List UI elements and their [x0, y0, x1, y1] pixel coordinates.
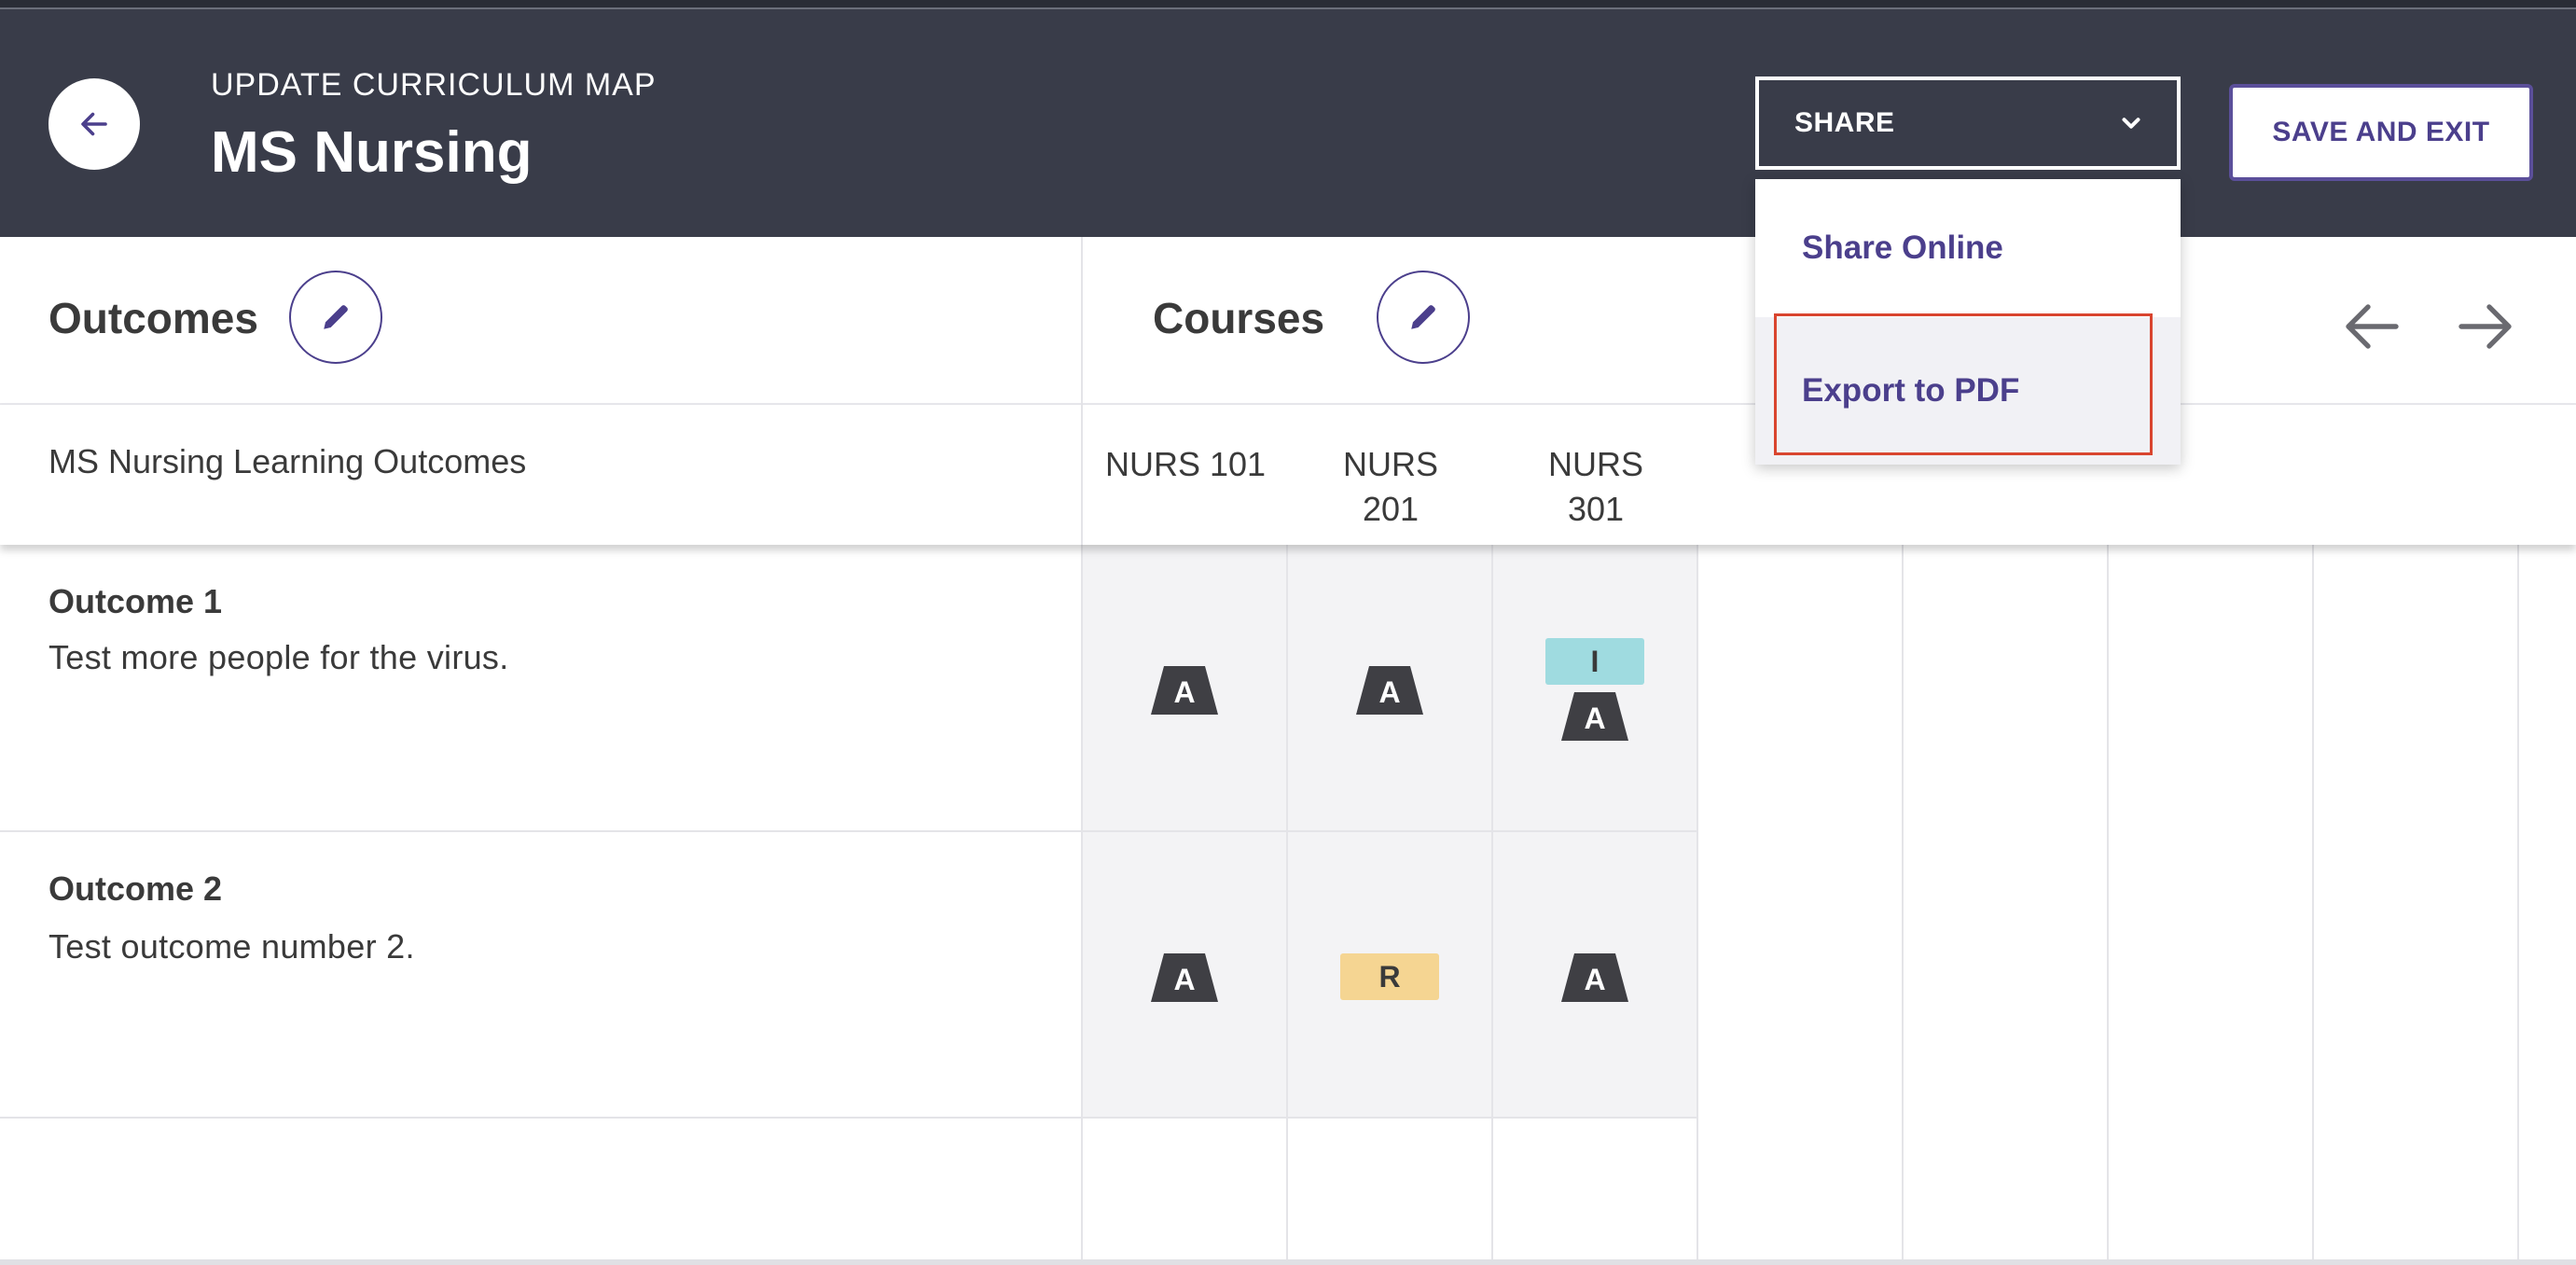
- mapping-badge-a[interactable]: A: [1151, 666, 1218, 715]
- bottom-edge: [0, 1259, 2576, 1265]
- page-header: UPDATE CURRICULUM MAP MS Nursing SHARE S…: [0, 9, 2576, 237]
- mapping-badge-a[interactable]: A: [1151, 953, 1218, 1002]
- share-menu: Share Online Export to PDF: [1755, 179, 2181, 465]
- row-divider: [0, 1117, 1698, 1119]
- pencil-icon: [1411, 305, 1435, 329]
- outcomes-section-title: Outcomes: [48, 294, 258, 342]
- page-title: MS Nursing: [211, 120, 533, 185]
- table-column-headers: MS Nursing Learning Outcomes NURS 101 NU…: [0, 405, 2576, 545]
- row-divider: [0, 830, 1698, 832]
- courses-section-title: Courses: [1153, 294, 1325, 342]
- mapping-badge-a[interactable]: A: [1356, 666, 1423, 715]
- mapping-badge-a[interactable]: A: [1561, 692, 1628, 741]
- course-number: 201: [1362, 490, 1420, 528]
- export-to-pdf-menu-item[interactable]: Export to PDF: [1755, 317, 2181, 465]
- mapping-badge-a[interactable]: A: [1561, 953, 1628, 1002]
- share-dropdown[interactable]: SHARE: [1755, 76, 2181, 170]
- grid-line: [1902, 545, 1904, 1265]
- course-code: NURS: [1547, 445, 1643, 483]
- pencil-icon: [324, 305, 348, 329]
- page-eyebrow: UPDATE CURRICULUM MAP: [211, 67, 657, 103]
- arrow-left-icon: [81, 112, 107, 136]
- scroll-right-button[interactable]: [2449, 289, 2524, 364]
- chevron-down-icon: [2122, 118, 2140, 129]
- share-dropdown-label: SHARE: [1794, 107, 1895, 138]
- course-header-nurs-301[interactable]: NURS 301: [1493, 442, 1698, 532]
- mapping-badge-i[interactable]: I: [1545, 638, 1644, 685]
- window-top-edge: [0, 0, 2576, 9]
- grid-line: [1491, 545, 1493, 1265]
- outcome-description: Test more people for the virus.: [48, 638, 509, 676]
- course-code: NURS 101: [1104, 445, 1267, 483]
- grid-line: [2107, 545, 2109, 1265]
- grid-line: [2312, 545, 2314, 1265]
- course-header-nurs-101[interactable]: NURS 101: [1083, 442, 1288, 487]
- edit-outcomes-button[interactable]: [289, 271, 382, 364]
- section-toolbar: Outcomes Courses: [0, 237, 2576, 405]
- share-online-menu-item[interactable]: Share Online: [1755, 179, 2181, 317]
- grid-line: [1286, 545, 1288, 1265]
- grid-line: [1081, 545, 1083, 1265]
- grid-line: [1697, 545, 1698, 1265]
- arrow-left-icon: [2346, 304, 2399, 349]
- outcomes-column-header: MS Nursing Learning Outcomes: [48, 442, 527, 480]
- scroll-left-button[interactable]: [2334, 289, 2408, 364]
- course-header-nurs-201[interactable]: NURS 201: [1288, 442, 1493, 532]
- course-code: NURS: [1342, 445, 1438, 483]
- outcome-title: Outcome 1: [48, 582, 223, 620]
- outcome-description: Test outcome number 2.: [48, 927, 415, 966]
- arrow-right-icon: [2458, 304, 2512, 349]
- save-and-exit-button[interactable]: SAVE AND EXIT: [2229, 84, 2533, 181]
- outcome-title: Outcome 2: [48, 869, 223, 908]
- edit-courses-button[interactable]: [1377, 271, 1470, 364]
- column-divider: [1081, 237, 1083, 405]
- back-button[interactable]: [48, 78, 140, 170]
- mapping-badge-r[interactable]: R: [1340, 953, 1439, 1000]
- course-number: 301: [1567, 490, 1625, 528]
- grid-line: [2517, 545, 2519, 1265]
